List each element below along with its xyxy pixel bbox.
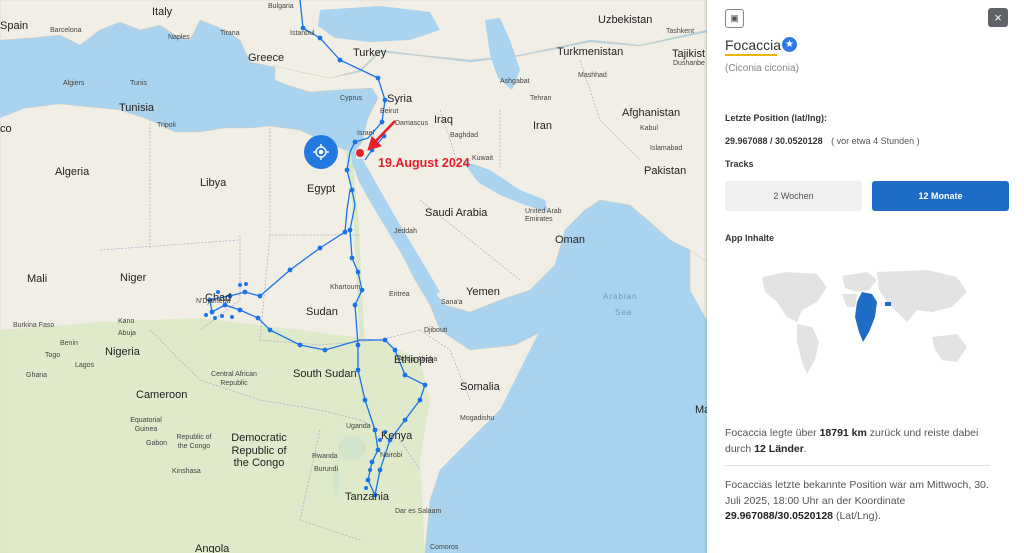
map-canvas[interactable] [0,0,707,553]
close-button[interactable]: × [988,8,1008,27]
expand-icon: ▣ [730,13,739,23]
tab-12-months[interactable]: 12 Monate [872,181,1009,211]
distance-summary: Focaccia legte über 18791 km zurück und … [725,427,979,455]
tracks-label: Tracks [725,159,754,169]
close-icon: × [994,10,1002,25]
scientific-name: (Ciconia ciconia) [725,63,799,74]
last-position: 29.967088 / 30.0520128 ( vor etwa 4 Stun… [725,136,920,146]
last-position-label: Letzte Position (lat/lng): [725,113,827,123]
position-coords: 29.967088 / 30.0520128 [725,136,823,146]
position-time-ago: ( vor etwa 4 Stunden ) [831,136,920,146]
highlight-dot [356,149,364,157]
bird-name: Focaccia [725,37,782,53]
last-known-summary: Focaccias letzte bekannte Position war a… [725,479,989,522]
tab-2-weeks[interactable]: 2 Wochen [725,181,862,211]
star-icon[interactable]: ★ [782,37,797,52]
map-view[interactable]: Italy Bulgaria Uzbekistan Spain Turkey T… [0,0,707,553]
world-mini-map [762,270,967,374]
date-annotation: 19.August 2024 [378,156,470,170]
expand-button[interactable]: ▣ [725,9,744,28]
sahel-region [0,318,430,553]
info-panel: ▣ × Focaccia ★ (Ciconia ciconia) Letzte … [707,0,1024,553]
divider [725,465,990,466]
name-underline [725,54,777,56]
app-content-label: App Inhalte [725,233,774,243]
